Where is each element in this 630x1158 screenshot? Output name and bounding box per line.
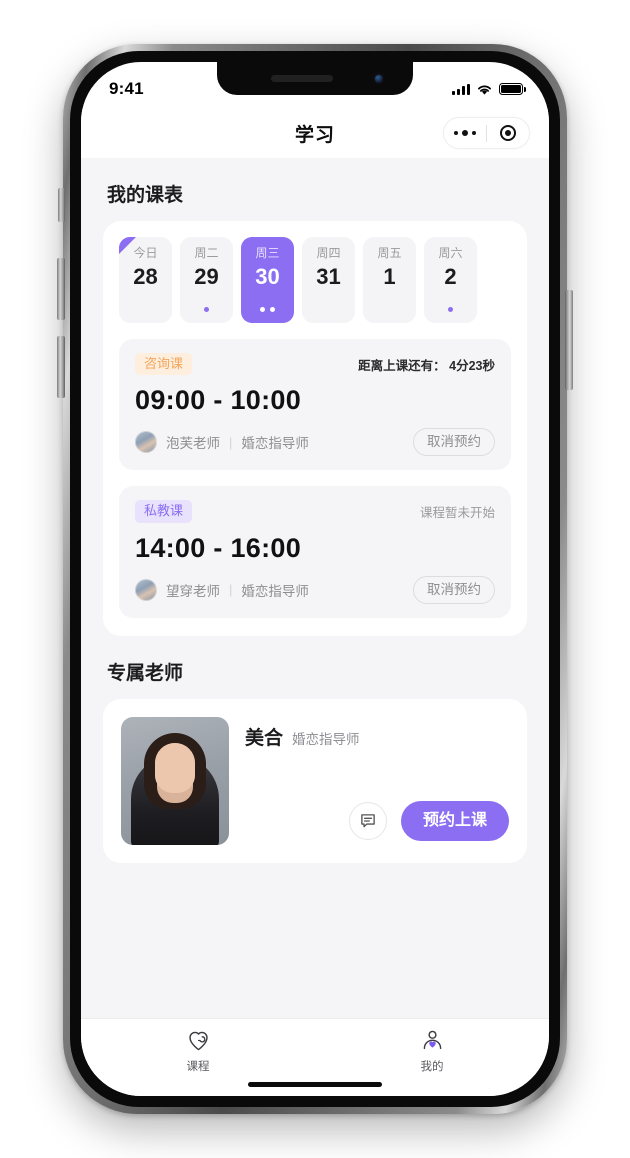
date-cell-dots bbox=[424, 307, 477, 312]
date-cell-0[interactable]: 今日 28 bbox=[119, 237, 172, 323]
date-cell-dow: 周五 bbox=[377, 246, 402, 260]
lesson-teacher-name: 泡芙老师 bbox=[166, 436, 220, 452]
lesson-countdown: 距离上课还有： 4分23秒 bbox=[358, 358, 495, 373]
notch bbox=[217, 62, 413, 95]
lesson-header: 私教课 课程暂未开始 bbox=[135, 500, 495, 523]
schedule-card: 今日 28 周二 29 周三 30 周四 31 周五 1 周六 2 咨询课 距离… bbox=[103, 221, 527, 636]
lesson-teacher-role: 婚恋指导师 bbox=[241, 436, 309, 452]
date-cell-4[interactable]: 周五 1 bbox=[363, 237, 416, 323]
date-cell-num: 2 bbox=[444, 264, 457, 289]
person-heart-icon bbox=[423, 1030, 441, 1050]
teacher-name: 美合 bbox=[245, 727, 284, 749]
date-cell-dow: 周三 bbox=[255, 246, 280, 260]
portrait-face bbox=[155, 742, 195, 793]
lesson-header: 咨询课 距离上课还有： 4分23秒 bbox=[135, 353, 495, 376]
date-cell-dow: 今日 bbox=[133, 246, 158, 260]
earpiece-speaker bbox=[271, 75, 333, 82]
miniprogram-capsule bbox=[443, 117, 530, 149]
teacher-details: 美合 婚恋指导师 预约上课 bbox=[245, 717, 509, 845]
date-cell-dots bbox=[241, 307, 294, 312]
heart-course-icon bbox=[188, 1031, 208, 1051]
lesson-time-range: 14:00 - 16:00 bbox=[135, 532, 302, 563]
screenshot-stage: 9:41 学习 我的课表 今日 28 周二 29 周三 30 周四 31 周五 … bbox=[0, 0, 630, 1158]
lesson-status-text: 课程暂未开始 bbox=[419, 506, 495, 521]
tab-mine-label: 我的 bbox=[420, 1061, 444, 1073]
page-title: 学习 bbox=[294, 124, 335, 146]
volume-up-button[interactable] bbox=[57, 258, 65, 320]
lesson-footer: 泡芙老师 | 婚恋指导师 取消预约 bbox=[135, 428, 495, 457]
schedule-section-title: 我的课表 bbox=[107, 185, 184, 206]
cellular-signal-icon bbox=[452, 83, 470, 95]
cancel-booking-button[interactable]: 取消预约 bbox=[413, 428, 495, 457]
date-cell-dow: 周四 bbox=[316, 246, 341, 260]
page-content[interactable]: 我的课表 今日 28 周二 29 周三 30 周四 31 周五 1 周六 2 咨… bbox=[81, 158, 549, 1018]
date-cell-3[interactable]: 周四 31 bbox=[302, 237, 355, 323]
book-lesson-button[interactable]: 预约上课 bbox=[400, 801, 509, 841]
lesson-teacher-name: 望穿老师 bbox=[166, 583, 220, 599]
lesson-separator: | bbox=[229, 582, 233, 598]
lesson-teacher-info: 望穿老师 | 婚恋指导师 bbox=[135, 578, 309, 601]
date-strip[interactable]: 今日 28 周二 29 周三 30 周四 31 周五 1 周六 2 bbox=[115, 237, 515, 323]
status-bar-time: 9:41 bbox=[109, 79, 144, 98]
status-bar-indicators bbox=[452, 83, 526, 96]
lesson-teacher-role: 婚恋指导师 bbox=[241, 583, 309, 599]
teacher-section-title: 专属老师 bbox=[107, 662, 184, 684]
silence-switch-button[interactable] bbox=[58, 188, 65, 222]
cancel-booking-button[interactable]: 取消预约 bbox=[413, 575, 495, 604]
power-button[interactable] bbox=[565, 290, 573, 390]
date-cell-5[interactable]: 周六 2 bbox=[424, 237, 477, 323]
date-cell-dots bbox=[180, 307, 233, 312]
home-indicator[interactable] bbox=[248, 1082, 382, 1087]
date-cell-1[interactable]: 周二 29 bbox=[180, 237, 233, 323]
lesson-separator: | bbox=[229, 434, 233, 450]
date-cell-num: 31 bbox=[316, 264, 341, 289]
date-cell-num: 1 bbox=[383, 264, 396, 289]
nav-bar: 学习 bbox=[81, 108, 549, 158]
teacher-name-row: 美合 婚恋指导师 bbox=[245, 717, 509, 750]
target-circle-icon[interactable] bbox=[487, 124, 529, 142]
volume-down-button[interactable] bbox=[57, 336, 65, 398]
teacher-role: 婚恋指导师 bbox=[292, 731, 360, 747]
teacher-actions: 预约上课 bbox=[245, 801, 509, 845]
date-cell-2[interactable]: 周三 30 bbox=[241, 237, 294, 323]
lesson-type-badge: 私教课 bbox=[135, 500, 193, 523]
date-cell-num: 30 bbox=[255, 264, 280, 289]
phone-screen: 9:41 学习 我的课表 今日 28 周二 29 周三 30 周四 31 周五 … bbox=[81, 62, 549, 1096]
lesson-card-1[interactable]: 私教课 课程暂未开始 14:00 - 16:00 望穿老师 | 婚恋指导师 取消… bbox=[119, 486, 511, 618]
lesson-footer: 望穿老师 | 婚恋指导师 取消预约 bbox=[135, 575, 495, 604]
tab-courses-label: 课程 bbox=[186, 1061, 210, 1073]
more-dots-icon[interactable] bbox=[444, 129, 486, 137]
date-cell-dow: 周二 bbox=[194, 246, 219, 260]
date-cell-dow: 周六 bbox=[438, 246, 463, 260]
teacher-avatar bbox=[135, 431, 157, 454]
battery-full-icon bbox=[499, 83, 526, 95]
front-camera-icon bbox=[372, 72, 385, 85]
lesson-card-0[interactable]: 咨询课 距离上课还有： 4分23秒 09:00 - 10:00 泡芙老师 | 婚… bbox=[119, 339, 511, 471]
teacher-card[interactable]: 美合 婚恋指导师 预约上课 bbox=[103, 698, 527, 863]
teacher-portrait bbox=[121, 716, 229, 845]
date-cell-num: 28 bbox=[133, 264, 158, 289]
today-marker-icon bbox=[119, 237, 136, 254]
wifi-icon bbox=[478, 84, 491, 95]
lesson-time-range: 09:00 - 10:00 bbox=[135, 385, 302, 416]
lesson-type-badge: 咨询课 bbox=[135, 353, 193, 376]
lesson-teacher-info: 泡芙老师 | 婚恋指导师 bbox=[135, 431, 309, 454]
message-bubble-icon[interactable] bbox=[348, 802, 387, 841]
date-cell-num: 29 bbox=[194, 264, 219, 289]
teacher-avatar bbox=[135, 578, 157, 601]
